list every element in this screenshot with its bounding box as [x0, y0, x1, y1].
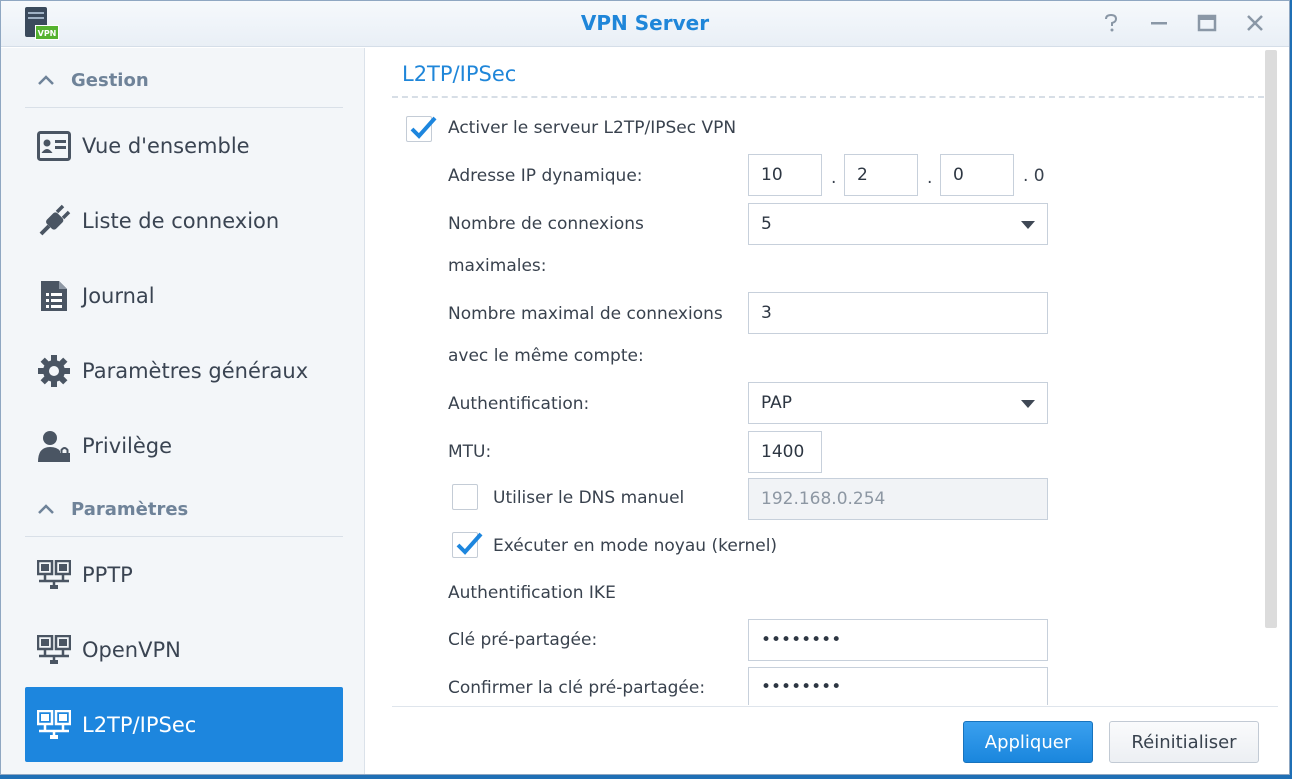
main-panel: L2TP/IPSec Activer le serveur L2TP/IPSec…: [366, 48, 1289, 774]
sidebar-item-log[interactable]: Journal: [25, 258, 343, 333]
window-title: VPN Server: [580, 11, 710, 35]
auth-label: Authentification:: [448, 394, 590, 414]
chevron-up-icon: [37, 70, 59, 91]
title-bar: VPN VPN Server: [1, 1, 1289, 47]
mtu-label: MTU:: [448, 442, 492, 462]
ip-last-octet: . 0: [1023, 166, 1045, 186]
max-same-account-label: Nombre maximal de connexions: [448, 304, 723, 324]
sidebar: Gestion Vue d'ensemble Liste de connexio…: [1, 48, 365, 774]
psk-confirm-input[interactable]: ••••••••: [748, 667, 1048, 705]
minimize-icon[interactable]: [1145, 9, 1173, 37]
ip-octet-1-input[interactable]: 10: [748, 154, 822, 196]
ip-octet-3-input[interactable]: 0: [940, 154, 1014, 196]
psk-confirm-label: Confirmer la clé pré-partagée:: [448, 678, 706, 698]
overview-card-icon: [37, 129, 71, 163]
dynamic-ip-label: Adresse IP dynamique:: [448, 166, 643, 186]
footer-divider: [392, 706, 1278, 707]
manual-dns-checkbox[interactable]: [452, 484, 478, 510]
divider: [392, 96, 1264, 98]
dropdown-arrow-icon: [1021, 400, 1035, 408]
section-header-parametres[interactable]: Paramètres: [25, 483, 343, 537]
manual-dns-label: Utiliser le DNS manuel: [493, 488, 685, 508]
enable-l2tp-checkbox[interactable]: [406, 116, 437, 142]
network-icon: [37, 708, 71, 742]
vertical-scrollbar[interactable]: [1265, 50, 1277, 628]
user-lock-icon: [37, 429, 71, 463]
gear-icon: [37, 354, 71, 388]
log-document-icon: [37, 279, 71, 313]
kernel-mode-label: Exécuter en mode noyau (kernel): [493, 536, 778, 556]
max-same-account-input[interactable]: 3: [748, 292, 1048, 334]
maximize-icon[interactable]: [1193, 9, 1221, 37]
enable-l2tp-label: Activer le serveur L2TP/IPSec VPN: [448, 118, 737, 138]
close-icon[interactable]: [1241, 9, 1269, 37]
sidebar-item-l2tp-ipsec[interactable]: L2TP/IPSec: [25, 687, 343, 762]
sidebar-item-pptp[interactable]: PPTP: [25, 537, 343, 612]
network-icon: [37, 558, 71, 592]
max-same-account-label-2: avec le même compte:: [448, 346, 644, 366]
max-connections-label-2: maximales:: [448, 256, 547, 276]
psk-input[interactable]: ••••••••: [748, 619, 1048, 661]
help-icon[interactable]: [1097, 9, 1125, 37]
ip-octet-2-input[interactable]: 2: [844, 154, 918, 196]
manual-dns-input[interactable]: 192.168.0.254: [748, 478, 1048, 520]
dropdown-arrow-icon: [1021, 221, 1035, 229]
psk-label: Clé pré-partagée:: [448, 630, 598, 650]
section-header-gestion[interactable]: Gestion: [25, 54, 343, 108]
sidebar-item-general-settings[interactable]: Paramètres généraux: [25, 333, 343, 408]
chevron-up-icon: [37, 499, 59, 520]
sidebar-item-overview[interactable]: Vue d'ensemble: [25, 108, 343, 183]
vpn-server-window: VPN VPN Server Gestion Vue d'ensemble Li…: [0, 0, 1290, 775]
apply-button[interactable]: Appliquer: [963, 721, 1093, 763]
checkmark-icon: [456, 532, 483, 555]
section-title: L2TP/IPSec: [402, 62, 517, 86]
sidebar-item-openvpn[interactable]: OpenVPN: [25, 612, 343, 687]
network-icon: [37, 633, 71, 667]
max-connections-label: Nombre de connexions: [448, 214, 644, 234]
max-connections-select[interactable]: 5: [748, 203, 1048, 245]
reset-button[interactable]: Réinitialiser: [1109, 721, 1259, 763]
kernel-mode-checkbox[interactable]: [452, 532, 483, 558]
sidebar-item-privilege[interactable]: Privilège: [25, 408, 343, 483]
plug-icon: [37, 204, 71, 238]
auth-select[interactable]: PAP: [748, 382, 1048, 424]
ike-auth-heading: Authentification IKE: [448, 583, 616, 603]
mtu-input[interactable]: 1400: [748, 431, 822, 473]
sidebar-item-connection-list[interactable]: Liste de connexion: [25, 183, 343, 258]
checkmark-icon: [410, 116, 437, 139]
